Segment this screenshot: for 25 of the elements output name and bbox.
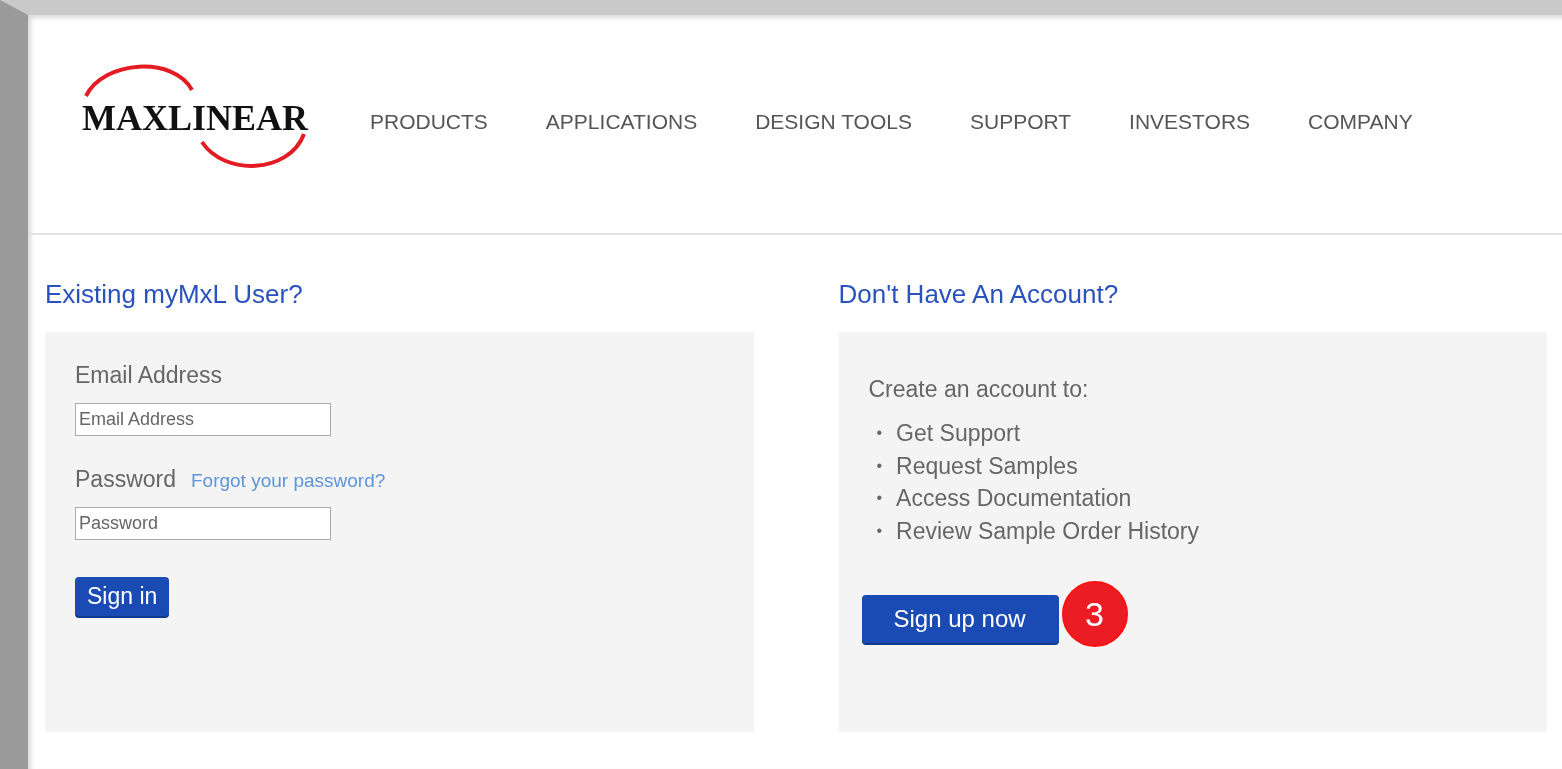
bullet: • <box>876 423 883 444</box>
benefit-item: Review Sample Order History <box>896 516 1200 545</box>
nav-link[interactable]: PRODUCTS <box>370 110 488 134</box>
benefit-item: Access Documentation <box>896 484 1132 513</box>
nav-link[interactable]: COMPANY <box>1308 110 1413 134</box>
nav-link[interactable]: SUPPORT <box>969 110 1072 134</box>
email-field[interactable]: Email Address <box>75 403 331 436</box>
sign-up-button[interactable]: Sign up now <box>861 595 1059 643</box>
benefit-item: Get Support <box>896 419 1021 448</box>
bullet: • <box>876 488 883 509</box>
logo-text: MAXLINEAR <box>82 97 308 139</box>
nav-link[interactable]: INVESTORS <box>1129 110 1251 134</box>
nav-link[interactable]: APPLICATIONS <box>545 110 698 134</box>
bullet: • <box>876 520 883 541</box>
field-label: Password <box>75 466 176 493</box>
bullet: • <box>876 455 883 476</box>
nav-link[interactable]: DESIGN TOOLS <box>755 110 912 134</box>
sign-in-button[interactable]: Sign in <box>75 577 170 616</box>
section-heading: Don't Have An Account? <box>838 279 1120 311</box>
intro-text: Create an account to: <box>868 376 1090 403</box>
step-badge: 3 <box>1061 581 1128 647</box>
section-heading: Existing myMxL User? <box>45 279 304 311</box>
benefit-item: Request Samples <box>896 451 1078 480</box>
password-field[interactable]: Password <box>75 507 331 540</box>
field-label: Email Address <box>75 362 223 389</box>
